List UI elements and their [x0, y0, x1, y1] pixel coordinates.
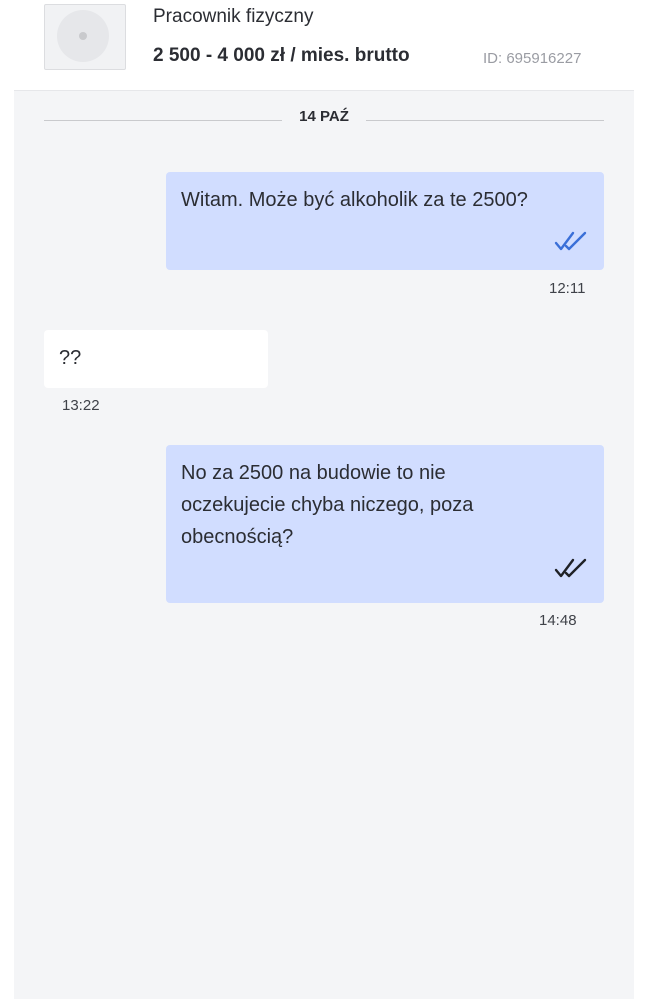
message-bubble-outgoing[interactable]: No za 2500 na budowie to nie oczekujecie… [166, 445, 604, 603]
message-time: 12:11 [549, 280, 586, 297]
date-separator-line-right [366, 120, 604, 121]
date-separator: 14 PAŹ [44, 106, 604, 130]
double-check-icon [554, 230, 588, 252]
message-bubble-incoming[interactable]: ?? [44, 330, 268, 388]
message-line: oczekujecie chyba niczego, poza [181, 494, 474, 516]
listing-id: ID: 695916227 [483, 50, 582, 67]
listing-title: Pracownik fizyczny [153, 6, 314, 27]
listing-salary: 2 500 - 4 000 zł / mies. brutto [153, 45, 410, 66]
message-text: ?? [59, 347, 82, 369]
message-time: 13:22 [62, 397, 100, 414]
message-bubble-outgoing[interactable]: Witam. Może być alkoholik za te 2500? [166, 172, 604, 270]
message-line: No za 2500 na budowie to nie [181, 462, 446, 484]
placeholder-disc-icon [57, 10, 109, 62]
message-text: Witam. Może być alkoholik za te 2500? [181, 189, 528, 211]
message-text: No za 2500 na budowie to nie oczekujecie… [181, 457, 592, 553]
listing-header[interactable]: Pracownik fizyczny 2 500 - 4 000 zł / mi… [14, 0, 634, 91]
date-separator-label: 14 PAŹ [299, 108, 349, 125]
double-check-icon [554, 557, 588, 579]
message-time: 14:48 [539, 612, 577, 629]
listing-thumbnail [44, 4, 126, 70]
message-line: obecnością? [181, 526, 294, 548]
